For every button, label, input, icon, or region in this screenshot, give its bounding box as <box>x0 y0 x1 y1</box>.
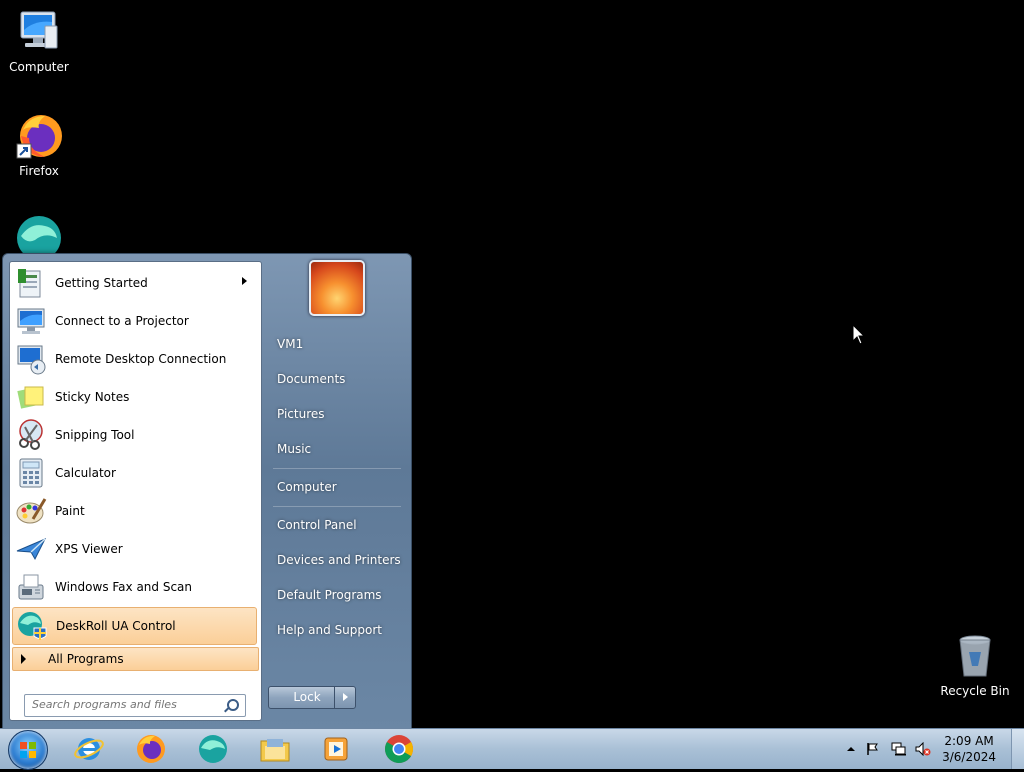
search-input[interactable] <box>25 695 222 714</box>
program-sticky-notes[interactable]: Sticky Notes <box>12 379 257 415</box>
program-label: DeskRoll UA Control <box>56 619 176 633</box>
windows-logo-icon <box>20 742 36 758</box>
start-menu: Getting Started Connect to a Projector R… <box>2 253 412 730</box>
show-desktop-button[interactable] <box>1011 729 1024 769</box>
start-item-computer[interactable]: Computer <box>269 472 405 502</box>
clock[interactable]: 2:09 AM 3/6/2024 <box>942 733 996 765</box>
program-label: Snipping Tool <box>55 428 135 442</box>
paint-palette-icon <box>15 495 47 527</box>
shutdown-options-arrow[interactable] <box>334 686 356 709</box>
search-box[interactable] <box>24 694 246 717</box>
program-fax-scan[interactable]: Windows Fax and Scan <box>12 569 257 605</box>
separator <box>273 468 401 469</box>
start-item-pictures[interactable]: Pictures <box>269 399 405 429</box>
program-xps-viewer[interactable]: XPS Viewer <box>12 531 257 567</box>
start-item-documents[interactable]: Documents <box>269 364 405 394</box>
program-deskroll-ua-control[interactable]: DeskRoll UA Control <box>12 607 257 645</box>
internet-explorer-icon[interactable] <box>73 733 105 765</box>
start-item-music[interactable]: Music <box>269 434 405 464</box>
fax-icon <box>15 571 47 603</box>
expand-arrow-icon <box>21 654 26 664</box>
desktop-icon-label: Computer <box>9 60 69 74</box>
start-item-user-folder[interactable]: VM1 <box>269 329 405 359</box>
program-connect-projector[interactable]: Connect to a Projector <box>12 303 257 339</box>
desktop-icon-recycle-bin[interactable]: Recycle Bin <box>937 632 1013 698</box>
search-icon[interactable] <box>227 699 239 711</box>
show-hidden-icons-arrow[interactable] <box>844 742 858 756</box>
xps-viewer-icon <box>15 533 47 565</box>
program-label: Windows Fax and Scan <box>55 580 193 594</box>
calculator-icon <box>15 457 47 489</box>
volume-muted-icon[interactable] <box>915 741 931 757</box>
program-label: Getting Started <box>55 276 148 290</box>
user-picture[interactable] <box>309 260 365 316</box>
program-label: Paint <box>55 504 85 518</box>
all-programs-button[interactable]: All Programs <box>12 647 259 671</box>
mouse-cursor-icon <box>852 324 866 345</box>
clock-date: 3/6/2024 <box>942 750 996 764</box>
separator <box>273 506 401 507</box>
desktop-icon-label: Firefox <box>19 164 59 178</box>
submenu-arrow-icon <box>242 277 247 285</box>
all-programs-label: All Programs <box>48 652 124 666</box>
program-label: Connect to a Projector <box>55 314 189 328</box>
start-item-help-support[interactable]: Help and Support <box>269 615 405 645</box>
program-label: Sticky Notes <box>55 390 130 404</box>
deskroll-icon[interactable] <box>197 733 229 765</box>
program-getting-started[interactable]: Getting Started <box>12 265 257 301</box>
media-player-icon[interactable] <box>321 733 353 765</box>
taskbar: 2:09 AM 3/6/2024 <box>0 728 1024 770</box>
firefox-icon <box>15 112 63 160</box>
chrome-icon[interactable] <box>383 733 415 765</box>
file-explorer-icon[interactable] <box>259 733 291 765</box>
clock-time: 2:09 AM <box>944 734 994 748</box>
projector-icon <box>15 305 47 337</box>
computer-icon <box>15 8 63 56</box>
start-item-control-panel[interactable]: Control Panel <box>269 510 405 540</box>
network-icon[interactable] <box>891 742 906 756</box>
deskroll-icon <box>16 610 48 642</box>
action-center-flag-icon[interactable] <box>866 742 880 756</box>
program-calculator[interactable]: Calculator <box>12 455 257 491</box>
program-paint[interactable]: Paint <box>12 493 257 529</box>
program-label: XPS Viewer <box>55 542 123 556</box>
program-snipping-tool[interactable]: Snipping Tool <box>12 417 257 453</box>
start-item-default-programs[interactable]: Default Programs <box>269 580 405 610</box>
start-button[interactable] <box>8 730 48 770</box>
program-label: Remote Desktop Connection <box>55 352 227 366</box>
desktop-icon-firefox[interactable]: Firefox <box>1 112 77 178</box>
program-label: Calculator <box>55 466 116 480</box>
program-remote-desktop[interactable]: Remote Desktop Connection <box>12 341 257 377</box>
recycle-bin-icon <box>951 632 999 680</box>
desktop-icon-label: Recycle Bin <box>940 684 1010 698</box>
sticky-notes-icon <box>15 381 47 413</box>
firefox-icon[interactable] <box>135 733 167 765</box>
remote-desktop-icon <box>15 343 47 375</box>
start-item-devices-printers[interactable]: Devices and Printers <box>269 545 405 575</box>
desktop-icon-computer[interactable]: Computer <box>1 8 77 74</box>
getting-started-icon <box>15 267 47 299</box>
programs-pane: Getting Started Connect to a Projector R… <box>9 261 262 721</box>
scissors-icon <box>15 419 47 451</box>
